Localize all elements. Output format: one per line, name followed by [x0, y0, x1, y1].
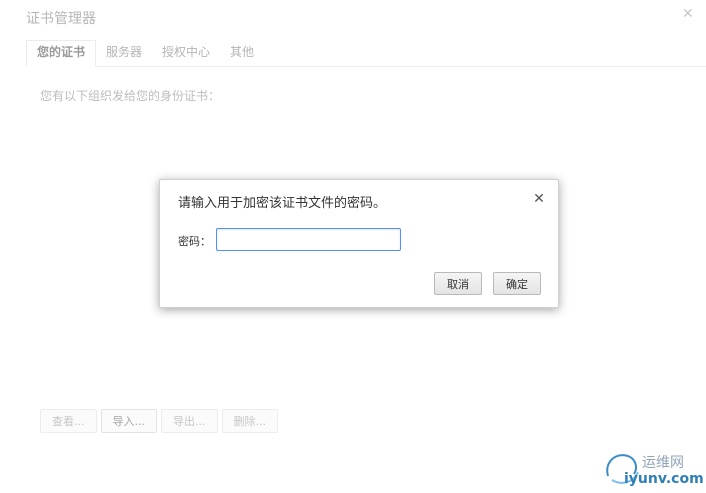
password-dialog: 请输入用于加密该证书文件的密码。 ✕ 密码： 取消 确定	[159, 179, 559, 308]
tab-bar: 您的证书 服务器 授权中心 其他	[26, 40, 706, 67]
tab-your-certificates[interactable]: 您的证书	[26, 40, 97, 67]
dialog-title: 请输入用于加密该证书文件的密码。	[178, 196, 387, 211]
view-button[interactable]: 查看...	[40, 409, 97, 433]
cancel-button[interactable]: 取消	[434, 272, 482, 295]
tab-servers[interactable]: 服务器	[96, 39, 152, 66]
watermark-text-en: iyunv.com	[624, 471, 704, 487]
tab-authorities[interactable]: 授权中心	[152, 39, 220, 66]
dialog-close-icon[interactable]: ✕	[532, 191, 546, 207]
password-label: 密码：	[178, 235, 211, 248]
confirm-button[interactable]: 确定	[493, 272, 541, 295]
tab-others[interactable]: 其他	[220, 39, 264, 66]
watermark-text-cn: 运维网	[642, 455, 684, 471]
window-title: 证书管理器	[26, 11, 96, 27]
certificates-description: 您有以下组织发给您的身份证书：	[40, 89, 221, 103]
password-input[interactable]	[216, 228, 401, 251]
certificate-actions: 查看... 导入... 导出... 删除...	[40, 409, 278, 433]
watermark-logo: 运维网 iyunv.com	[602, 446, 704, 490]
import-button[interactable]: 导入...	[100, 409, 157, 433]
delete-button[interactable]: 删除...	[221, 409, 278, 433]
window-close-icon[interactable]: ✕	[682, 6, 694, 22]
export-button[interactable]: 导出...	[161, 409, 218, 433]
